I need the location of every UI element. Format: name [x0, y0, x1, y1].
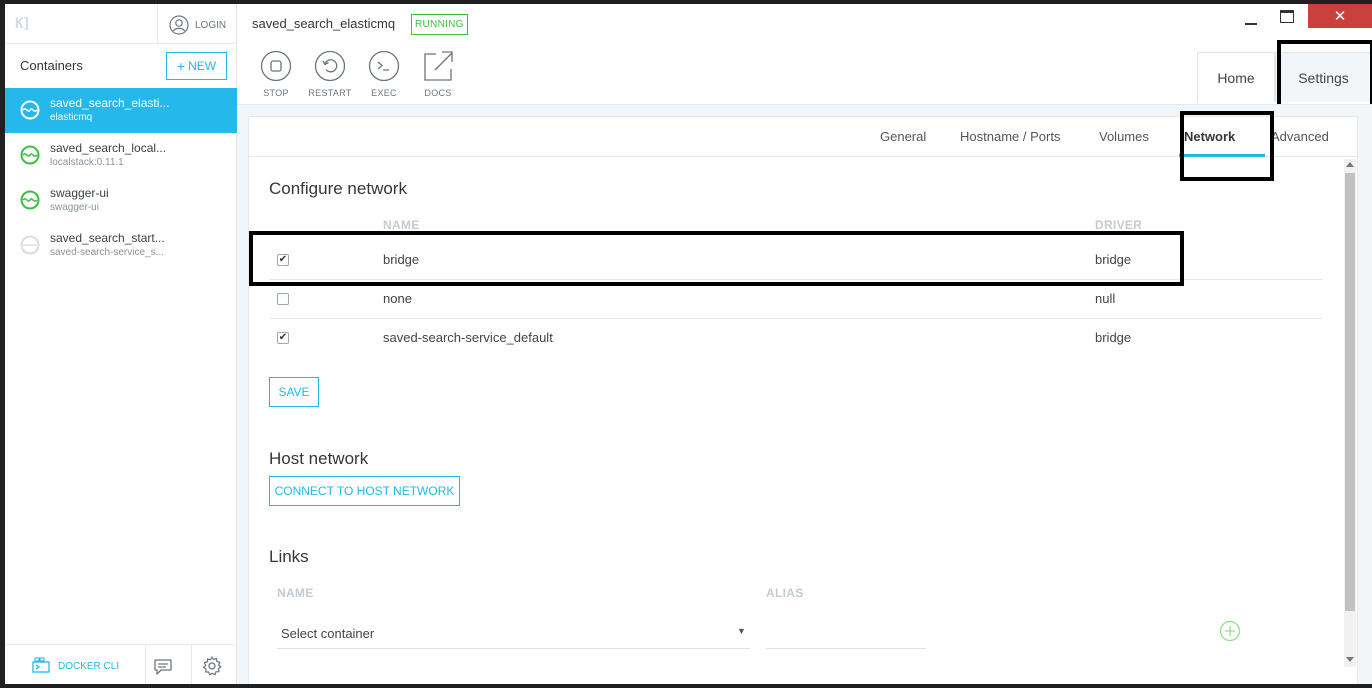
chat-icon[interactable] — [152, 655, 174, 677]
network-driver: bridge — [1095, 330, 1132, 345]
docs-label: DOCS — [424, 88, 452, 98]
close-icon: ✕ — [1333, 8, 1347, 25]
scrollbar-thumb[interactable] — [1345, 173, 1355, 611]
main-area: saved_search_elasticmq RUNNING STOP REST… — [237, 4, 1372, 688]
tab-home[interactable]: Home — [1197, 52, 1275, 102]
background-strip — [0, 684, 1372, 688]
login-label: LOGIN — [195, 19, 227, 31]
login-button[interactable]: LOGIN — [169, 14, 226, 36]
docker-cli-label: DOCKER CLI — [58, 660, 120, 672]
containers-title: Containers — [20, 58, 83, 73]
container-select[interactable]: Select container ▼ — [277, 617, 750, 649]
scrollbar[interactable] — [1344, 159, 1356, 667]
sidebar-footer: DOCKER CLI — [5, 644, 237, 688]
network-checkbox[interactable] — [277, 293, 289, 305]
container-title: saved_search_elasticmq — [252, 16, 396, 31]
external-link-icon — [424, 51, 453, 81]
subtab-advanced[interactable]: Advanced — [1271, 129, 1329, 144]
sidebar-header: K] LOGIN — [5, 4, 237, 44]
container-name: swagger-ui — [50, 186, 109, 200]
new-container-button[interactable]: + NEW — [166, 52, 227, 80]
close-button[interactable]: ✕ — [1308, 4, 1372, 28]
network-col-driver: DRIVER — [1095, 218, 1143, 232]
container-image: localstack:0.11.1 — [50, 157, 124, 168]
minimize-button[interactable] — [1245, 23, 1257, 25]
host-network-title: Host network — [269, 449, 369, 468]
exec-label: EXEC — [371, 88, 397, 98]
new-label: NEW — [188, 59, 217, 73]
container-item[interactable]: saved_search_local... localstack:0.11.1 — [5, 133, 237, 178]
running-status-icon — [20, 145, 40, 165]
plus-icon: + — [176, 58, 186, 74]
sidebar: K] LOGIN Containers + NEW saved_search_e… — [5, 4, 237, 688]
docker-cli-icon — [32, 657, 50, 673]
window-controls: ✕ — [1237, 4, 1372, 44]
network-col-name: NAME — [383, 218, 420, 232]
containers-header: Containers + NEW — [5, 44, 237, 88]
maximize-button[interactable] — [1280, 10, 1294, 23]
container-name: saved_search_local... — [50, 141, 167, 155]
network-name: saved-search-service_default — [383, 330, 553, 345]
restart-label: RESTART — [308, 88, 352, 98]
container-name: saved_search_elasti... — [50, 96, 170, 110]
highlight-box-network — [1180, 111, 1274, 181]
settings-panel: General Hostname / Ports Volumes Network… — [248, 111, 1359, 688]
kitematic-logo: K] — [15, 16, 31, 32]
network-row: ✔ saved-search-service_default bridge — [269, 319, 1323, 358]
select-value: Select container — [281, 626, 375, 641]
add-link-icon[interactable] — [1219, 620, 1241, 642]
chevron-down-icon: ▼ — [737, 626, 746, 636]
running-status-icon — [20, 190, 40, 210]
connect-host-network-button[interactable]: CONNECT TO HOST NETWORK — [269, 476, 460, 506]
container-list: saved_search_elasti... elasticmq saved_s… — [5, 88, 237, 268]
terminal-icon — [368, 50, 400, 82]
subtab-volumes[interactable]: Volumes — [1099, 129, 1149, 144]
divider — [191, 645, 192, 688]
subtab-general[interactable]: General — [880, 129, 926, 144]
links-title: Links — [269, 547, 309, 566]
stop-label: STOP — [263, 88, 289, 98]
divider — [145, 645, 146, 688]
configure-network-title: Configure network — [269, 179, 407, 198]
save-button[interactable]: SAVE — [269, 377, 319, 407]
scroll-up-arrow[interactable] — [1346, 162, 1354, 167]
container-image: swagger-ui — [50, 202, 99, 213]
status-badge: RUNNING — [411, 14, 468, 35]
user-icon — [169, 15, 189, 35]
container-image: elasticmq — [50, 112, 93, 123]
gear-icon[interactable] — [201, 655, 223, 677]
links-col-name: NAME — [277, 586, 314, 600]
subtab-hostname-ports[interactable]: Hostname / Ports — [960, 129, 1060, 144]
alias-input[interactable] — [766, 617, 926, 649]
links-col-alias: ALIAS — [766, 586, 804, 600]
network-checkbox[interactable]: ✔ — [277, 332, 289, 344]
restart-button[interactable]: RESTART — [303, 50, 357, 98]
running-status-icon — [20, 100, 40, 120]
network-name: none — [383, 291, 412, 306]
docs-button[interactable]: DOCS — [411, 50, 465, 98]
exec-button[interactable]: EXEC — [357, 50, 411, 98]
divider — [157, 4, 158, 44]
container-item[interactable]: swagger-ui swagger-ui — [5, 178, 237, 223]
scroll-down-arrow[interactable] — [1346, 657, 1354, 662]
stop-button[interactable]: STOP — [249, 50, 303, 98]
highlight-box-bridge-row — [249, 231, 1184, 286]
stop-icon — [260, 50, 292, 82]
container-actions: STOP RESTART EXEC DOCS — [249, 50, 465, 98]
docker-cli-button[interactable]: DOCKER CLI — [30, 657, 119, 675]
network-driver: null — [1095, 291, 1116, 306]
kitematic-window: K] LOGIN Containers + NEW saved_search_e… — [5, 4, 1372, 688]
container-item[interactable]: saved_search_elasti... elasticmq — [5, 88, 237, 133]
restart-icon — [314, 50, 346, 82]
container-name: saved_search_start... — [50, 231, 165, 245]
stopped-status-icon — [20, 235, 40, 255]
container-item[interactable]: saved_search_start... saved-search-servi… — [5, 223, 237, 268]
container-image: saved-search-service_s... — [50, 247, 164, 258]
